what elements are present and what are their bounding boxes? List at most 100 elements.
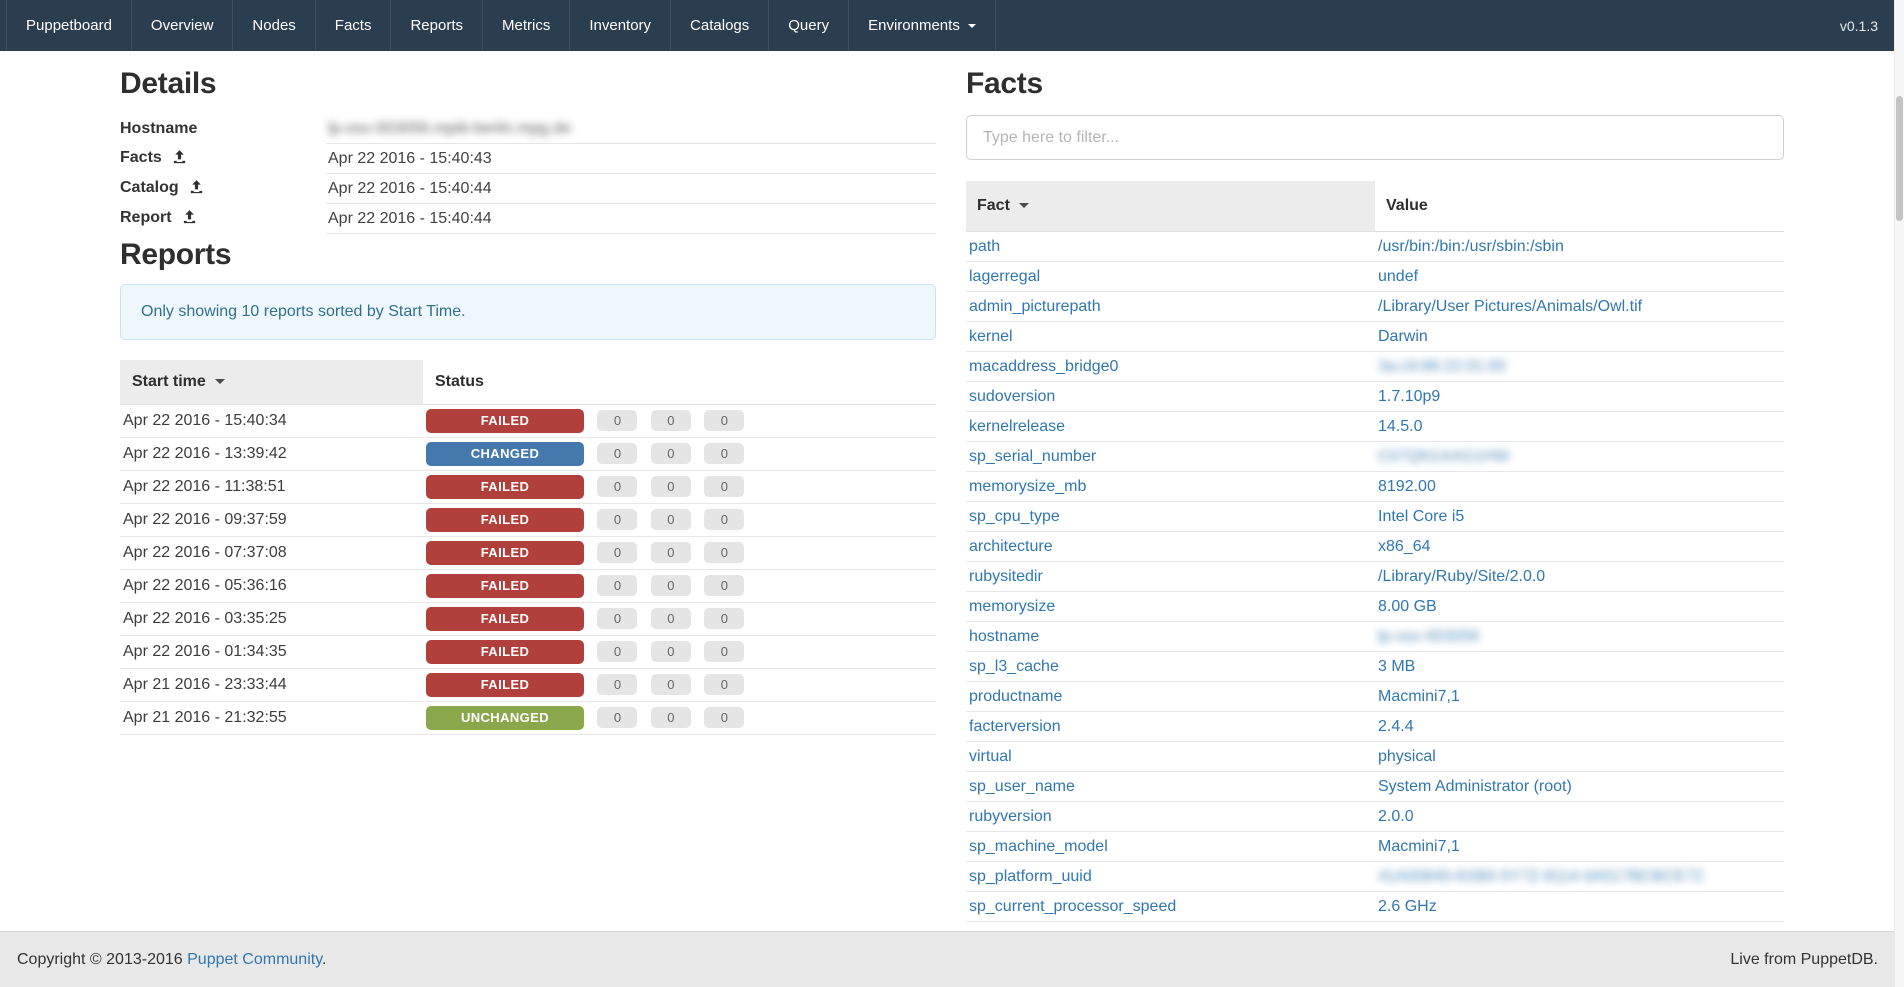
report-count-badge: 0 xyxy=(597,443,637,464)
fact-name-link[interactable]: virtual xyxy=(969,748,1012,765)
details-row-value: Apr 22 2016 - 15:40:44 xyxy=(326,204,936,234)
report-status-badge[interactable]: FAILED xyxy=(426,574,584,598)
nav-item-environments[interactable]: Environments xyxy=(849,0,996,51)
fact-name-link[interactable]: facterversion xyxy=(969,718,1061,735)
nav-item[interactable]: Facts xyxy=(316,0,392,51)
environments-label: Environments xyxy=(868,17,960,34)
fact-value[interactable]: Intel Core i5 xyxy=(1378,508,1464,525)
report-status-badge[interactable]: FAILED xyxy=(426,640,584,664)
fact-name-link[interactable]: memorysize_mb xyxy=(969,478,1086,495)
fact-name-link[interactable]: sp_l3_cache xyxy=(969,658,1059,675)
upload-icon xyxy=(182,209,197,229)
fact-value[interactable]: lp-osx-003056 xyxy=(1378,628,1479,645)
fact-value[interactable]: undef xyxy=(1378,268,1418,285)
fact-value[interactable]: Macmini7,1 xyxy=(1378,838,1460,855)
fact-name-link[interactable]: rubysitedir xyxy=(969,568,1043,585)
fact-name-link[interactable]: sp_cpu_type xyxy=(969,508,1060,525)
report-row: Apr 21 2016 - 23:33:44 FAILED 0 0 0 xyxy=(120,669,936,702)
fact-value[interactable]: 2.4.4 xyxy=(1378,718,1414,735)
scrollbar-thumb[interactable] xyxy=(1896,96,1903,221)
fact-value[interactable]: 14.5.0 xyxy=(1378,418,1422,435)
fact-name-link[interactable]: productname xyxy=(969,688,1062,705)
fact-name-link[interactable]: kernelrelease xyxy=(969,418,1065,435)
navbar-brand[interactable]: Puppetboard xyxy=(6,0,132,51)
fact-value[interactable]: 3a:c9:86:22:01:00 xyxy=(1378,358,1506,375)
fact-value[interactable]: 2.6 GHz xyxy=(1378,898,1437,915)
nav-item[interactable]: Inventory xyxy=(570,0,671,51)
app-version: v0.1.3 xyxy=(1821,0,1904,51)
fact-row: macaddress_bridge0 3a:c9:86:22:01:00 xyxy=(966,352,1784,382)
nav-item[interactable]: Nodes xyxy=(233,0,315,51)
nav-item[interactable]: Query xyxy=(769,0,849,51)
fact-name-link[interactable]: sudoversion xyxy=(969,388,1055,405)
fact-value[interactable]: 8.00 GB xyxy=(1378,598,1437,615)
report-status-badge[interactable]: UNCHANGED xyxy=(426,706,584,730)
fact-row: sp_platform_uuid 41A00840-6XB0-5Y7Z-8114… xyxy=(966,862,1784,892)
fact-name-link[interactable]: kernel xyxy=(969,328,1013,345)
fact-value[interactable]: 8192.00 xyxy=(1378,478,1436,495)
fact-value[interactable]: Macmini7,1 xyxy=(1378,688,1460,705)
fact-row: sp_l3_cache 3 MB xyxy=(966,652,1784,682)
report-start-time: Apr 21 2016 - 21:32:55 xyxy=(120,702,423,735)
fact-name-link[interactable]: admin_picturepath xyxy=(969,298,1101,315)
facts-column: Facts Fact Value path xyxy=(966,67,1784,922)
report-count-badge: 0 xyxy=(597,575,637,596)
fact-row: path /usr/bin:/bin:/usr/sbin:/sbin xyxy=(966,232,1784,262)
report-status-badge[interactable]: FAILED xyxy=(426,409,584,433)
fact-name-link[interactable]: path xyxy=(969,238,1000,255)
fact-value[interactable]: /usr/bin:/bin:/usr/sbin:/sbin xyxy=(1378,238,1564,255)
vertical-scrollbar[interactable] xyxy=(1894,0,1904,987)
fact-value[interactable]: 41A00840-6XB0-5Y7Z-8114-0A517BCBCE72 xyxy=(1378,868,1703,885)
report-count-badge: 0 xyxy=(651,608,691,629)
fact-name-link[interactable]: lagerregal xyxy=(969,268,1040,285)
fact-value[interactable]: /Library/User Pictures/Animals/Owl.tif xyxy=(1378,298,1642,315)
fact-name-link[interactable]: macaddress_bridge0 xyxy=(969,358,1118,375)
fact-name-link[interactable]: architecture xyxy=(969,538,1053,555)
report-status-badge[interactable]: FAILED xyxy=(426,607,584,631)
details-row-label: Hostname xyxy=(120,120,197,137)
fact-name-link[interactable]: memorysize xyxy=(969,598,1055,615)
column-header-fact[interactable]: Fact xyxy=(966,181,1375,232)
fact-value[interactable]: C07QN1AAG1HW xyxy=(1378,448,1510,465)
report-status-badge[interactable]: FAILED xyxy=(426,475,584,499)
nav-item[interactable]: Overview xyxy=(132,0,234,51)
puppet-community-link[interactable]: Puppet Community xyxy=(187,951,322,968)
fact-name-link[interactable]: hostname xyxy=(969,628,1039,645)
details-title: Details xyxy=(120,67,936,101)
fact-value[interactable]: System Administrator (root) xyxy=(1378,778,1572,795)
fact-name-link[interactable]: sp_user_name xyxy=(969,778,1075,795)
fact-name-link[interactable]: sp_platform_uuid xyxy=(969,868,1092,885)
report-count-badge: 0 xyxy=(704,542,744,563)
fact-value[interactable]: x86_64 xyxy=(1378,538,1431,555)
report-count-badge: 0 xyxy=(651,542,691,563)
sort-desc-icon xyxy=(215,379,225,384)
fact-value[interactable]: Darwin xyxy=(1378,328,1428,345)
column-header-start-time[interactable]: Start time xyxy=(120,360,423,405)
fact-name-link[interactable]: sp_serial_number xyxy=(969,448,1096,465)
main-content: Details Hostname lp-osx-003056.mpib-berl… xyxy=(0,51,1904,922)
fact-row: rubyversion 2.0.0 xyxy=(966,802,1784,832)
report-row: Apr 22 2016 - 05:36:16 FAILED 0 0 0 xyxy=(120,570,936,603)
report-count-badge: 0 xyxy=(651,410,691,431)
facts-filter-input[interactable] xyxy=(966,115,1784,160)
fact-value[interactable]: 3 MB xyxy=(1378,658,1415,675)
fact-row: admin_picturepath /Library/User Pictures… xyxy=(966,292,1784,322)
fact-name-link[interactable]: sp_machine_model xyxy=(969,838,1108,855)
report-status-badge[interactable]: FAILED xyxy=(426,541,584,565)
report-status-badge[interactable]: FAILED xyxy=(426,673,584,697)
fact-value[interactable]: physical xyxy=(1378,748,1436,765)
nav-item[interactable]: Reports xyxy=(391,0,483,51)
column-header-value[interactable]: Value xyxy=(1375,181,1784,232)
nav-item[interactable]: Catalogs xyxy=(671,0,769,51)
column-header-status[interactable]: Status xyxy=(423,360,936,405)
report-status-badge[interactable]: FAILED xyxy=(426,508,584,532)
report-count-badge: 0 xyxy=(704,707,744,728)
fact-value[interactable]: 2.0.0 xyxy=(1378,808,1414,825)
nav-item[interactable]: Metrics xyxy=(483,0,570,51)
fact-name-link[interactable]: sp_current_processor_speed xyxy=(969,898,1176,915)
fact-name-link[interactable]: rubyversion xyxy=(969,808,1052,825)
fact-value[interactable]: 1.7.10p9 xyxy=(1378,388,1440,405)
report-status-badge[interactable]: CHANGED xyxy=(426,442,584,466)
report-count-badge: 0 xyxy=(704,608,744,629)
fact-value[interactable]: /Library/Ruby/Site/2.0.0 xyxy=(1378,568,1545,585)
